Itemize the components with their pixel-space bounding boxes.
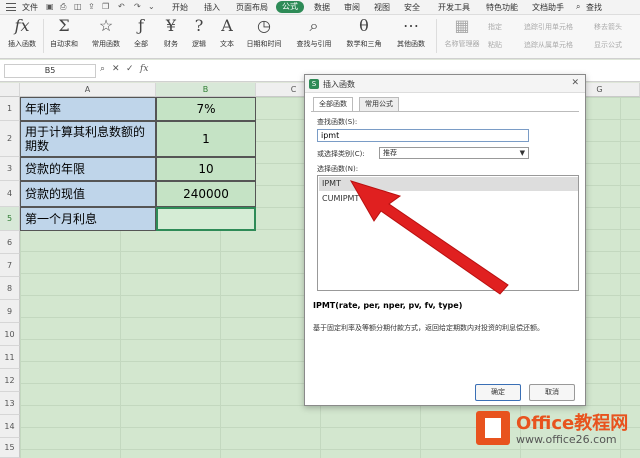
office-logo-icon bbox=[476, 411, 510, 445]
arrow-shape bbox=[349, 180, 509, 295]
watermark-brand: Office教程网 bbox=[516, 413, 629, 434]
watermark-url: www.office26.com bbox=[516, 433, 617, 446]
annotation-arrow bbox=[349, 180, 509, 295]
watermark: Office教程网 www.office26.com bbox=[472, 403, 640, 458]
